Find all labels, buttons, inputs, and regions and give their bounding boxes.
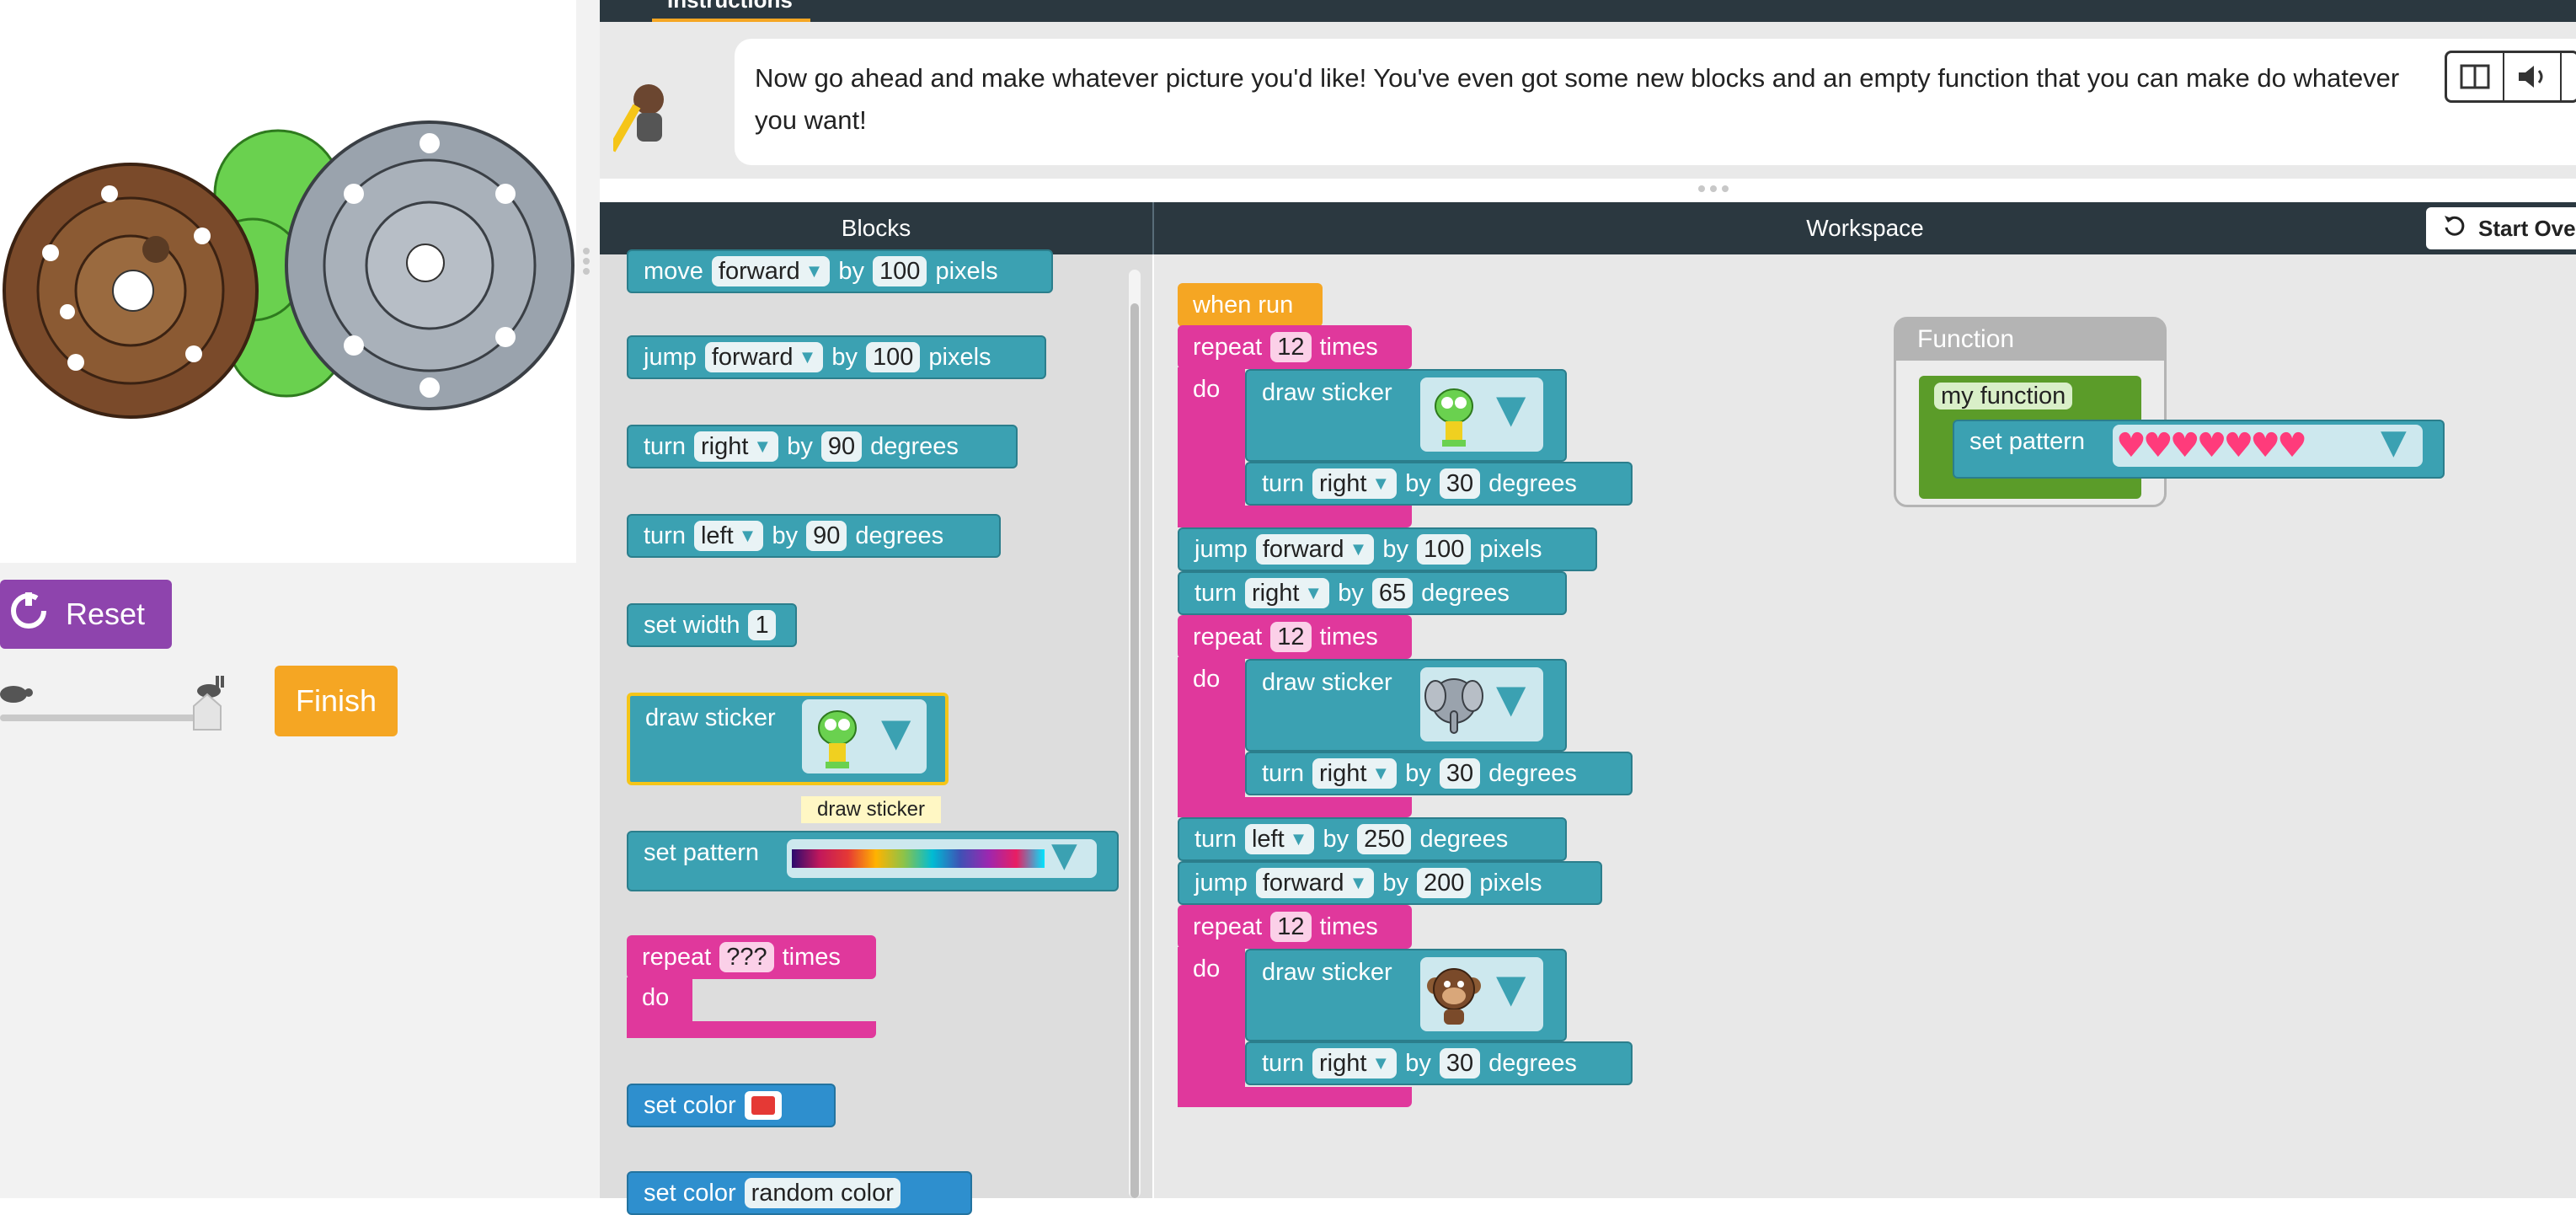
blocks-header: Blocks bbox=[600, 202, 1152, 254]
direction-dropdown[interactable]: right ▼ bbox=[1312, 758, 1398, 789]
direction-dropdown[interactable]: forward ▼ bbox=[1255, 534, 1375, 565]
amount-field[interactable]: 90 bbox=[820, 431, 863, 462]
repeat-2-foot bbox=[1178, 797, 1412, 817]
finish-button[interactable]: Finish bbox=[275, 666, 398, 736]
amount-field[interactable]: 90 bbox=[806, 521, 847, 551]
sticker-dropdown-arrow[interactable]: ▼ bbox=[881, 709, 911, 755]
color-swatch[interactable] bbox=[744, 1091, 782, 1120]
speaker-icon[interactable] bbox=[2504, 53, 2562, 100]
when-run-block[interactable]: when run bbox=[1178, 283, 1323, 327]
pattern-dropdown-arrow[interactable]: ▼ bbox=[1051, 836, 1077, 875]
instructor-avatar bbox=[607, 78, 674, 162]
amount-field[interactable]: 30 bbox=[1439, 468, 1481, 499]
hearts-pattern-icon: ♥♥♥♥♥♥♥ bbox=[2116, 426, 2307, 465]
toolbox-turn-left-block[interactable]: turn left ▼ by 90 degrees bbox=[627, 514, 1001, 558]
instructions-header-bar bbox=[600, 0, 2576, 22]
undo-icon bbox=[2443, 214, 2466, 244]
jump-block-2[interactable]: jump forward ▼ by 200 pixels bbox=[1178, 861, 1602, 905]
turn-block-3[interactable]: turn right ▼ by 30 degrees bbox=[1245, 752, 1633, 795]
turn-block-5[interactable]: turn right ▼ by 30 degrees bbox=[1245, 1041, 1633, 1085]
alien-sticker-icon bbox=[810, 703, 864, 770]
toolbox-set-width-block[interactable]: set width 1 bbox=[627, 603, 797, 647]
amount-field[interactable]: 100 bbox=[865, 342, 921, 372]
turn-block-4[interactable]: turn left ▼ by 250 degrees bbox=[1178, 817, 1567, 861]
reset-button[interactable]: Reset bbox=[0, 580, 172, 649]
resize-handle[interactable] bbox=[1698, 185, 1732, 195]
toolbox-set-color-random-block[interactable]: set color random color bbox=[627, 1171, 972, 1215]
sticker-dropdown-arrow[interactable]: ▼ bbox=[1496, 386, 1526, 431]
alien-sticker-icon bbox=[1427, 381, 1481, 448]
sticker-dropdown-arrow[interactable]: ▼ bbox=[1496, 966, 1526, 1011]
toolbox-repeat-foot bbox=[627, 1021, 876, 1038]
repeat-2-do-label: do bbox=[1193, 666, 1221, 693]
function-name-field[interactable]: my function bbox=[1934, 383, 2073, 409]
direction-dropdown[interactable]: left ▼ bbox=[693, 521, 764, 551]
toolbox-turn-right-block[interactable]: turn right ▼ by 90 degrees bbox=[627, 425, 1018, 468]
repeat-1-foot bbox=[1178, 506, 1412, 527]
direction-dropdown[interactable]: right ▼ bbox=[1312, 1048, 1398, 1079]
repeat-3-do-label: do bbox=[1193, 955, 1221, 982]
direction-dropdown[interactable]: right ▼ bbox=[1312, 468, 1398, 499]
text-to-speech-controls bbox=[2445, 51, 2576, 103]
toolbox-repeat-do-label: do bbox=[642, 984, 670, 1011]
start-over-label: Start Over bbox=[2478, 215, 2576, 241]
drawing-canvas bbox=[0, 0, 576, 563]
pattern-dropdown-arrow[interactable]: ▼ bbox=[2381, 423, 2407, 462]
direction-dropdown[interactable]: forward ▼ bbox=[704, 342, 824, 372]
pane-splitter[interactable] bbox=[581, 244, 591, 286]
speed-slider-track[interactable] bbox=[0, 715, 202, 721]
immersive-reader-icon[interactable] bbox=[2447, 53, 2504, 100]
jump-block-1[interactable]: jump forward ▼ by 100 pixels bbox=[1178, 527, 1597, 571]
amount-field[interactable]: 30 bbox=[1439, 758, 1481, 789]
random-color-field[interactable]: random color bbox=[744, 1178, 901, 1208]
turn-block-1[interactable]: turn right ▼ by 30 degrees bbox=[1245, 462, 1633, 506]
sticker-dropdown-arrow[interactable]: ▼ bbox=[1496, 676, 1526, 721]
amount-field[interactable]: 65 bbox=[1371, 578, 1414, 608]
turn-block-2[interactable]: turn right ▼ by 65 degrees bbox=[1178, 571, 1567, 615]
toolbox-scroll-thumb[interactable] bbox=[1130, 303, 1139, 1198]
tab-instructions[interactable]: Instructions bbox=[652, 0, 810, 22]
width-field[interactable]: 1 bbox=[748, 610, 776, 640]
pattern-dropdown[interactable]: ▼ bbox=[787, 836, 1097, 878]
rainbow-pattern-swatch bbox=[792, 849, 1045, 868]
instructions-text: Now go ahead and make whatever picture y… bbox=[755, 63, 2400, 135]
repeat-count-field[interactable]: ??? bbox=[719, 942, 774, 972]
start-over-button[interactable]: Start Over bbox=[2426, 207, 2576, 249]
repeat-3-foot bbox=[1178, 1087, 1412, 1107]
toolbox-move-block[interactable]: move forward ▼ by 100 pixels bbox=[627, 249, 1053, 293]
toolbox-jump-block[interactable]: jump forward ▼ by 100 pixels bbox=[627, 335, 1046, 379]
reset-icon bbox=[8, 591, 49, 639]
amount-field[interactable]: 200 bbox=[1416, 868, 1472, 898]
direction-dropdown[interactable]: forward ▼ bbox=[711, 256, 831, 286]
amount-field[interactable]: 30 bbox=[1439, 1048, 1481, 1079]
repeat-1-do-label: do bbox=[1193, 376, 1221, 403]
amount-field[interactable]: 100 bbox=[873, 256, 927, 286]
direction-dropdown[interactable]: right ▼ bbox=[693, 431, 779, 462]
heart-pattern-dropdown[interactable]: ♥♥♥♥♥♥♥ ▼ bbox=[2113, 423, 2423, 467]
repeat-count-field[interactable]: 12 bbox=[1270, 622, 1312, 652]
reset-label: Reset bbox=[66, 597, 146, 631]
monkey-sticker-icon bbox=[1424, 961, 1484, 1028]
direction-dropdown[interactable]: right ▼ bbox=[1244, 578, 1330, 608]
toolbox-repeat-block[interactable]: repeat ??? times bbox=[627, 935, 876, 979]
sticker-tooltip: draw sticker bbox=[800, 795, 942, 824]
repeat-block-1[interactable]: repeat 12 times bbox=[1178, 325, 1412, 369]
direction-dropdown[interactable]: forward ▼ bbox=[1255, 868, 1375, 898]
instructions-bubble: Now go ahead and make whatever picture y… bbox=[735, 39, 2576, 165]
elephant-sticker-icon bbox=[1424, 671, 1484, 738]
amount-field[interactable]: 100 bbox=[1416, 534, 1472, 565]
speed-slider-thumb[interactable] bbox=[192, 693, 222, 731]
repeat-block-3[interactable]: repeat 12 times bbox=[1178, 905, 1412, 949]
turtle-icon bbox=[0, 679, 34, 704]
repeat-count-field[interactable]: 12 bbox=[1270, 332, 1312, 362]
toolbox-set-color-block[interactable]: set color bbox=[627, 1084, 836, 1127]
amount-field[interactable]: 250 bbox=[1357, 824, 1412, 854]
repeat-block-2[interactable]: repeat 12 times bbox=[1178, 615, 1412, 659]
direction-dropdown[interactable]: left ▼ bbox=[1244, 824, 1315, 854]
function-title: Function bbox=[1895, 318, 2165, 361]
workspace-header: Workspace bbox=[1154, 202, 2576, 254]
repeat-count-field[interactable]: 12 bbox=[1270, 912, 1312, 942]
